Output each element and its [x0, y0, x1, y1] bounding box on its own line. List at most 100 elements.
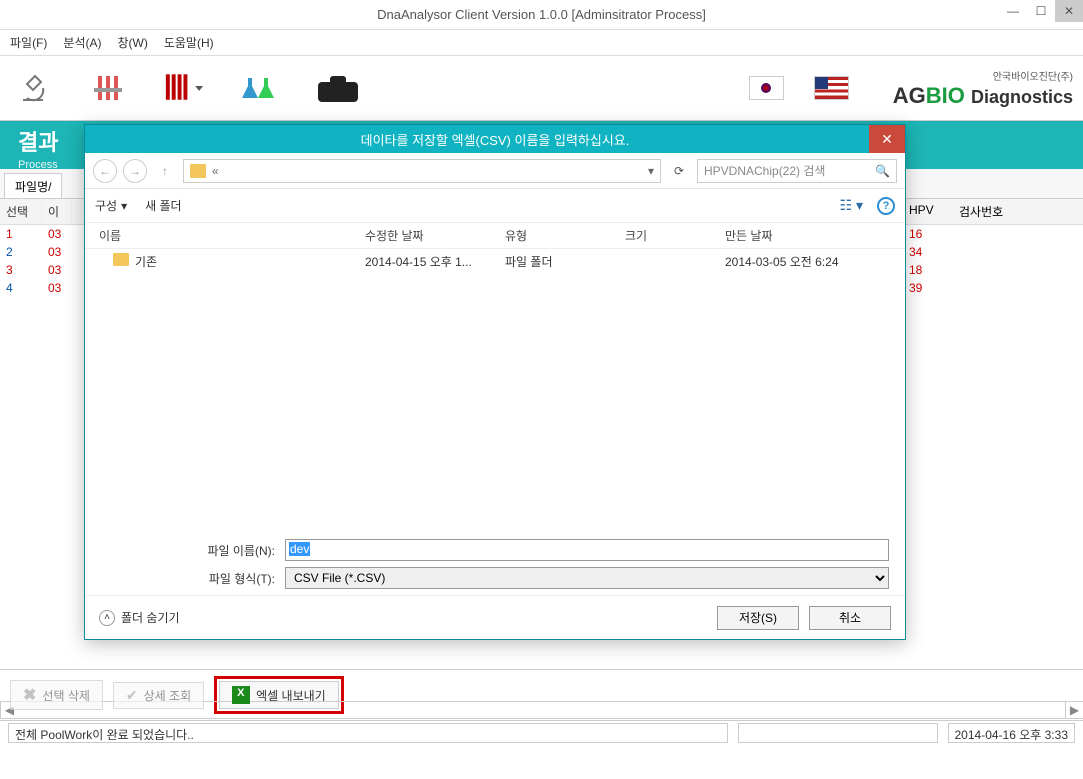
flag-korea-icon[interactable] — [749, 76, 784, 100]
dialog-nav: ← → ↑ « ▾ ⟳ HPVDNAChip(22) 검색 🔍 — [85, 153, 905, 189]
help-button[interactable]: ? — [877, 197, 895, 215]
brand-bio: BIO — [926, 83, 965, 108]
save-button[interactable]: 저장(S) — [717, 606, 799, 630]
dialog-title: 데이타를 저장할 엑셀(CSV) 이름을 입력하십시요. — [361, 130, 630, 149]
file-created: 2014-03-05 오전 6:24 — [725, 253, 885, 270]
title-bar: DnaAnalysor Client Version 1.0.0 [Admins… — [0, 0, 1083, 30]
window-controls: — ☐ ✕ — [999, 0, 1083, 22]
row-hpv: 18 — [903, 261, 1083, 279]
refresh-button[interactable]: ⟳ — [667, 159, 691, 183]
row-id: 03 — [42, 279, 72, 297]
row-num: 2 — [0, 243, 42, 261]
flag-usa-icon[interactable] — [814, 76, 849, 100]
brand-diag: Diagnostics — [971, 87, 1073, 107]
nav-up-button[interactable]: ↑ — [153, 159, 177, 183]
row-num: 3 — [0, 261, 42, 279]
dialog-title-bar: 데이타를 저장할 엑셀(CSV) 이름을 입력하십시요. ✕ — [85, 125, 905, 153]
filetype-select[interactable]: CSV File (*.CSV) — [285, 567, 889, 589]
col-type[interactable]: 유형 — [505, 227, 625, 244]
status-bar: 전체 PoolWork이 완료 되었습니다.. 2014-04-16 오후 3:… — [0, 720, 1083, 744]
menu-bar: 파일(F) 분석(A) 창(W) 도움말(H) — [0, 30, 1083, 56]
filename-selected-text: dev — [289, 542, 310, 556]
menu-analysis[interactable]: 분석(A) — [63, 34, 101, 51]
dialog-close-button[interactable]: ✕ — [869, 125, 905, 153]
file-list-header: 이름 수정한 날짜 유형 크기 만든 날짜 — [85, 223, 905, 249]
file-modified: 2014-04-15 오후 1... — [365, 253, 505, 270]
new-folder-button[interactable]: 새 폴더 — [145, 197, 181, 214]
nav-back-button[interactable]: ← — [93, 159, 117, 183]
hide-folders-label: 폴더 숨기기 — [121, 609, 180, 626]
close-button[interactable]: ✕ — [1055, 0, 1083, 22]
row-hpv: 39 — [903, 279, 1083, 297]
col-select[interactable]: 선택 — [0, 199, 42, 224]
col-size[interactable]: 크기 — [625, 227, 725, 244]
menu-help[interactable]: 도움말(H) — [164, 34, 214, 51]
microscope-icon[interactable] — [10, 66, 55, 111]
search-placeholder: HPVDNAChip(22) 검색 — [704, 162, 825, 179]
folder-icon — [113, 253, 129, 266]
file-name: 기존 — [135, 255, 157, 269]
menu-file[interactable]: 파일(F) — [10, 34, 47, 51]
window-title: DnaAnalysor Client Version 1.0.0 [Admins… — [0, 7, 1083, 22]
minimize-button[interactable]: — — [999, 0, 1027, 22]
col-name[interactable]: 이름 — [85, 227, 365, 244]
row-num: 4 — [0, 279, 42, 297]
detail-view-button[interactable]: ✔ 상세 조회 — [113, 682, 204, 709]
red-tubes-dropdown-icon[interactable] — [160, 66, 205, 111]
col-id[interactable]: 이 — [42, 199, 72, 224]
breadcrumb[interactable]: « ▾ — [183, 159, 661, 183]
filetype-label: 파일 형식(T): — [185, 570, 275, 587]
search-input[interactable]: HPVDNAChip(22) 검색 🔍 — [697, 159, 897, 183]
col-modified[interactable]: 수정한 날짜 — [365, 227, 505, 244]
row-id: 03 — [42, 225, 72, 243]
section-subtitle: Process — [18, 159, 58, 171]
status-time: 2014-04-16 오후 3:33 — [948, 723, 1076, 743]
dialog-fields: 파일 이름(N): dev 파일 형식(T): CSV File (*.CSV) — [85, 533, 905, 595]
menu-window[interactable]: 창(W) — [117, 34, 147, 51]
brand-ag: AG — [893, 83, 926, 108]
section-title: 결과 — [18, 130, 58, 155]
status-message: 전체 PoolWork이 완료 되었습니다.. — [8, 723, 728, 743]
col-hpv[interactable]: HPV — [903, 199, 953, 224]
cancel-button[interactable]: 취소 — [809, 606, 891, 630]
detail-view-label: 상세 조회 — [144, 687, 192, 704]
view-mode-button[interactable]: ☷ ▾ — [840, 197, 863, 214]
folder-icon — [190, 164, 206, 178]
col-testno[interactable]: 검사번호 — [953, 199, 1009, 224]
row-id: 03 — [42, 261, 72, 279]
grid-right-cols: HPV 검사번호 16 34 18 39 — [903, 199, 1083, 297]
file-list: 이름 수정한 날짜 유형 크기 만든 날짜 기존 2014-04-15 오후 1… — [85, 223, 905, 533]
excel-icon — [232, 686, 250, 704]
filename-input[interactable] — [285, 539, 889, 561]
toolbar: 안국바이오진단(주) AGBIO Diagnostics — [0, 56, 1083, 121]
delete-selected-label: 선택 삭제 — [42, 687, 90, 704]
maximize-button[interactable]: ☐ — [1027, 0, 1055, 22]
bag-icon[interactable] — [310, 66, 365, 111]
dialog-footer: ˄ 폴더 숨기기 저장(S) 취소 — [85, 595, 905, 639]
brand-logo: 안국바이오진단(주) AGBIO Diagnostics — [893, 68, 1073, 109]
file-row[interactable]: 기존 2014-04-15 오후 1... 파일 폴더 2014-03-05 오… — [85, 249, 905, 274]
brand-kr: 안국바이오진단(주) — [893, 68, 1073, 83]
row-id: 03 — [42, 243, 72, 261]
organize-button[interactable]: 구성 ▾ — [95, 197, 127, 214]
chevron-up-icon: ˄ — [99, 610, 115, 626]
tubes-icon[interactable] — [85, 66, 130, 111]
x-icon: ✖ — [23, 685, 36, 705]
check-icon: ✔ — [126, 687, 138, 704]
status-spacer — [738, 723, 938, 743]
hide-folders-button[interactable]: ˄ 폴더 숨기기 — [99, 609, 180, 626]
dialog-toolbar: 구성 ▾ 새 폴더 ☷ ▾ ? — [85, 189, 905, 223]
row-hpv: 16 — [903, 225, 1083, 243]
row-num: 1 — [0, 225, 42, 243]
delete-selected-button[interactable]: ✖ 선택 삭제 — [10, 680, 103, 710]
col-created[interactable]: 만든 날짜 — [725, 227, 885, 244]
filename-label: 파일 이름(N): — [185, 542, 275, 559]
file-type: 파일 폴더 — [505, 253, 625, 270]
search-icon: 🔍 — [875, 164, 890, 178]
row-hpv: 34 — [903, 243, 1083, 261]
breadcrumb-prefix: « — [212, 164, 219, 178]
save-dialog: 데이타를 저장할 엑셀(CSV) 이름을 입력하십시요. ✕ ← → ↑ « ▾… — [84, 124, 906, 640]
tab-filename[interactable]: 파일명/ — [4, 173, 62, 198]
nav-forward-button[interactable]: → — [123, 159, 147, 183]
flasks-icon[interactable] — [235, 66, 280, 111]
